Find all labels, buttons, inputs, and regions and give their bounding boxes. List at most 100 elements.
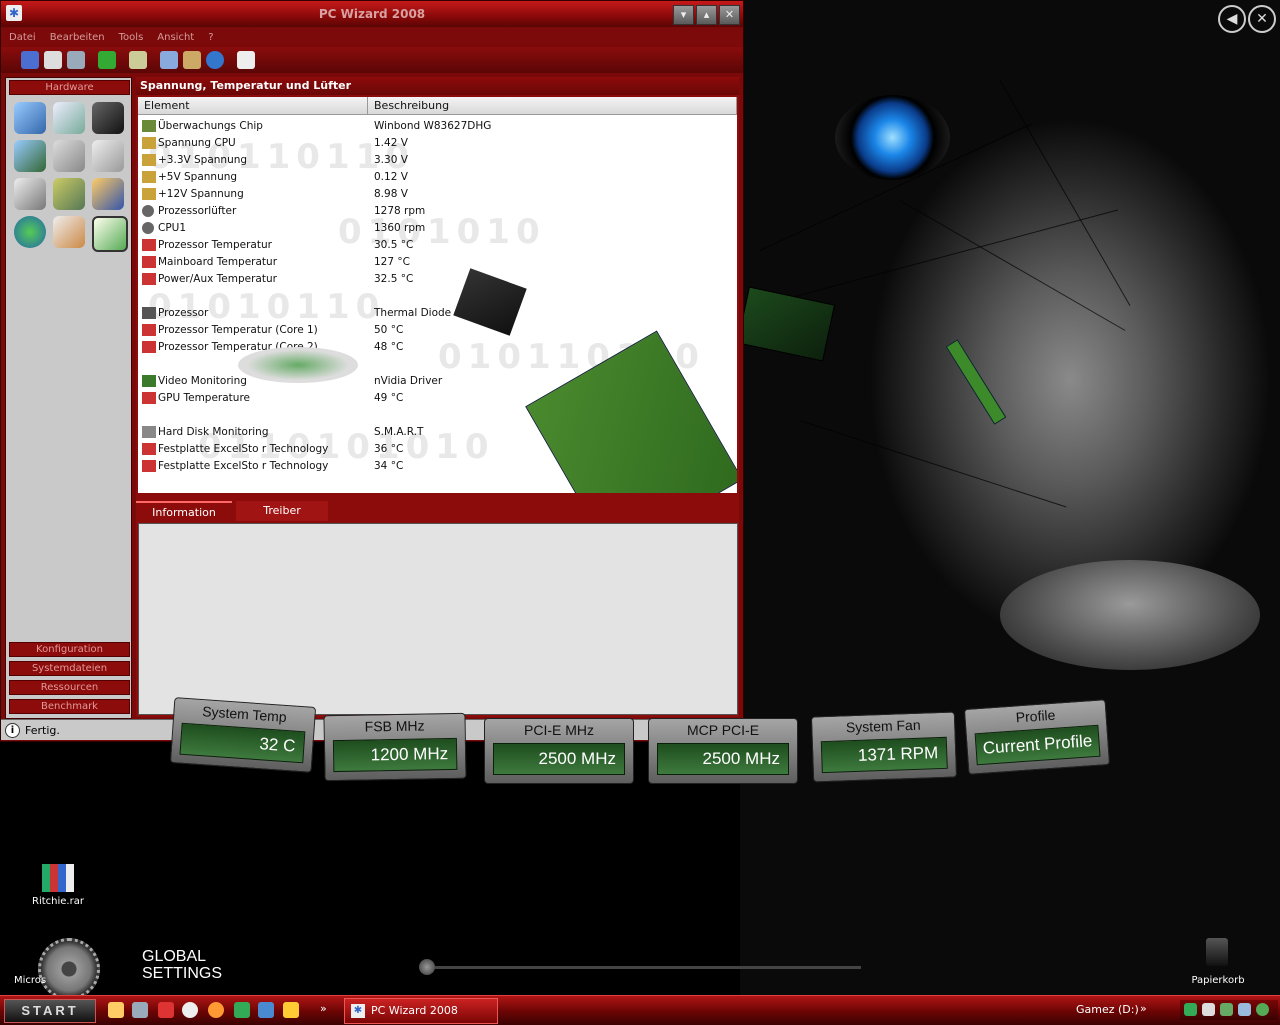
quicklaunch-icon-4[interactable]	[182, 1002, 198, 1018]
sensor-list[interactable]: 010110110 0101010 01010110 010110110 011…	[138, 97, 737, 493]
quicklaunch-icon-6[interactable]	[234, 1002, 250, 1018]
rar-archive-label[interactable]: Ritchie.rar	[22, 896, 94, 907]
section-systemdateien[interactable]: Systemdateien	[9, 661, 130, 676]
voltage-monitor-icon[interactable]	[92, 216, 128, 252]
widget-system-temp[interactable]: System Temp 32 C	[169, 697, 317, 773]
widget-value: 1371 RPM	[820, 736, 948, 774]
slider-track[interactable]	[425, 966, 861, 969]
table-row[interactable]: +12V Spannung 8.98 V	[138, 186, 737, 203]
section-konfiguration[interactable]: Konfiguration	[9, 642, 130, 657]
close-button[interactable]: ✕	[719, 5, 740, 25]
widget-fsb-mhz[interactable]: FSB MHz 1200 MHz	[323, 712, 467, 782]
menu-tools[interactable]: Tools	[111, 28, 150, 43]
quicklaunch-more[interactable]: »	[320, 1002, 327, 1015]
menu-bar: Datei Bearbeiten Tools Ansicht?	[1, 28, 743, 46]
toolbar-gamez[interactable]: Gamez (D:)	[1076, 1003, 1139, 1016]
refresh-icon[interactable]	[98, 51, 116, 69]
voltage-icon	[142, 188, 156, 200]
hardware-header[interactable]: Hardware	[9, 80, 130, 95]
quicklaunch-icon-1[interactable]	[108, 1002, 124, 1018]
table-row[interactable]: Prozessorlüfter 1278 rpm	[138, 203, 737, 220]
widget-profile[interactable]: Profile Current Profile	[963, 699, 1111, 775]
help-icon[interactable]	[206, 51, 224, 69]
desktop-wallpaper	[740, 0, 1280, 995]
quicklaunch-icon-7[interactable]	[258, 1002, 274, 1018]
section-benchmark[interactable]: Benchmark	[9, 699, 130, 714]
title-bar[interactable]: ✱ PC Wizard 2008 ▾ ▴ ✕	[1, 1, 743, 27]
quicklaunch-icon-2[interactable]	[132, 1002, 148, 1018]
menu-help[interactable]: ?	[200, 28, 219, 43]
recycle-bin-icon[interactable]	[1206, 938, 1228, 966]
search-icon[interactable]	[129, 51, 147, 69]
print-icon[interactable]	[44, 51, 62, 69]
report-icon[interactable]	[160, 51, 178, 69]
tray-icon-1[interactable]	[1184, 1003, 1197, 1016]
tray-icon-4[interactable]	[1238, 1003, 1251, 1016]
table-row[interactable]: Prozessor Temperatur 30.5 °C	[138, 237, 737, 254]
sound-icon[interactable]	[92, 178, 124, 210]
tab-information[interactable]: Information	[136, 501, 232, 523]
table-row[interactable]: Spannung CPU 1.42 V	[138, 135, 737, 152]
thermometer-icon	[142, 341, 156, 353]
firefox-icon[interactable]	[208, 1002, 224, 1018]
back-button[interactable]: ◀	[1218, 5, 1246, 33]
copy-icon[interactable]	[67, 51, 85, 69]
module-icon[interactable]	[183, 51, 201, 69]
drives-icon[interactable]	[92, 140, 124, 172]
widget-value: 2500 MHz	[657, 743, 789, 775]
widget-system-fan[interactable]: System Fan 1371 RPM	[810, 711, 958, 783]
power-icon[interactable]	[53, 216, 85, 248]
save-icon[interactable]	[21, 51, 39, 69]
recycle-bin-label[interactable]: Papierkorb	[1185, 975, 1251, 986]
global-settings-gear-icon[interactable]	[38, 938, 100, 1000]
row-description: Winbond W83627DHG	[374, 120, 492, 132]
maximize-button[interactable]: ▴	[696, 5, 717, 25]
row-element: Prozessorlüfter	[158, 205, 237, 217]
column-beschreibung[interactable]: Beschreibung	[368, 97, 737, 115]
rar-archive-icon[interactable]	[42, 864, 74, 892]
table-row[interactable]: +3.3V Spannung 3.30 V	[138, 152, 737, 169]
row-description: 36 °C	[374, 443, 404, 455]
devices-icon[interactable]	[53, 178, 85, 210]
menu-datei[interactable]: Datei	[1, 28, 42, 43]
memory-icon[interactable]	[92, 102, 124, 134]
section-ressourcen[interactable]: Ressourcen	[9, 680, 130, 695]
pc-wizard-window: ✱ PC Wizard 2008 ▾ ▴ ✕ Datei Bearbeiten To…	[0, 0, 744, 742]
table-row[interactable]: CPU1 1360 rpm	[138, 220, 737, 237]
taskbar-item-pc-wizard[interactable]: ✱ PC Wizard 2008	[344, 998, 498, 1024]
widget-mcp-pcie[interactable]: MCP PCI-E 2500 MHz	[648, 718, 798, 784]
quicklaunch-icon-8[interactable]	[283, 1002, 299, 1018]
computer-icon[interactable]	[14, 102, 46, 134]
table-row[interactable]: Prozessor Thermal Diode	[138, 305, 737, 322]
menu-bearbeiten[interactable]: Bearbeiten	[42, 28, 111, 43]
bus-icon[interactable]	[14, 140, 46, 172]
tray-icon-5[interactable]	[1256, 1003, 1269, 1016]
toolbar-more[interactable]: »	[1140, 1002, 1147, 1015]
fan-icon	[142, 205, 154, 217]
network-icon[interactable]	[14, 216, 46, 248]
app-icon: ✱	[351, 1004, 365, 1018]
home-icon[interactable]	[237, 51, 255, 69]
slider-knob[interactable]	[419, 959, 435, 975]
table-row[interactable]: +5V Spannung 0.12 V	[138, 169, 737, 186]
menu-ansicht[interactable]: Ansicht	[149, 28, 200, 43]
minimize-button[interactable]: ▾	[673, 5, 694, 25]
table-row[interactable]	[138, 288, 737, 305]
widget-pcie-mhz[interactable]: PCI-E MHz 2500 MHz	[484, 718, 634, 784]
column-element[interactable]: Element	[138, 97, 368, 115]
motherboard-icon[interactable]	[53, 102, 85, 134]
table-row[interactable]: Power/Aux Temperatur 32.5 °C	[138, 271, 737, 288]
row-element: Prozessor Temperatur (Core 1)	[158, 324, 318, 336]
global-settings-label[interactable]: GLOBAL SETTINGS	[142, 948, 222, 982]
global-settings-line1: GLOBAL	[142, 948, 207, 965]
printer-icon[interactable]	[14, 178, 46, 210]
table-row[interactable]: Mainboard Temperatur 127 °C	[138, 254, 737, 271]
tray-icon-3[interactable]	[1220, 1003, 1233, 1016]
tray-icon-2[interactable]	[1202, 1003, 1215, 1016]
start-button[interactable]: START	[4, 999, 96, 1023]
tab-treiber[interactable]: Treiber	[236, 501, 328, 521]
close-widget-button[interactable]: ✕	[1248, 5, 1276, 33]
port-icon[interactable]	[53, 140, 85, 172]
table-row[interactable]: Überwachungs Chip Winbond W83627DHG	[138, 118, 737, 135]
quicklaunch-icon-3[interactable]	[158, 1002, 174, 1018]
